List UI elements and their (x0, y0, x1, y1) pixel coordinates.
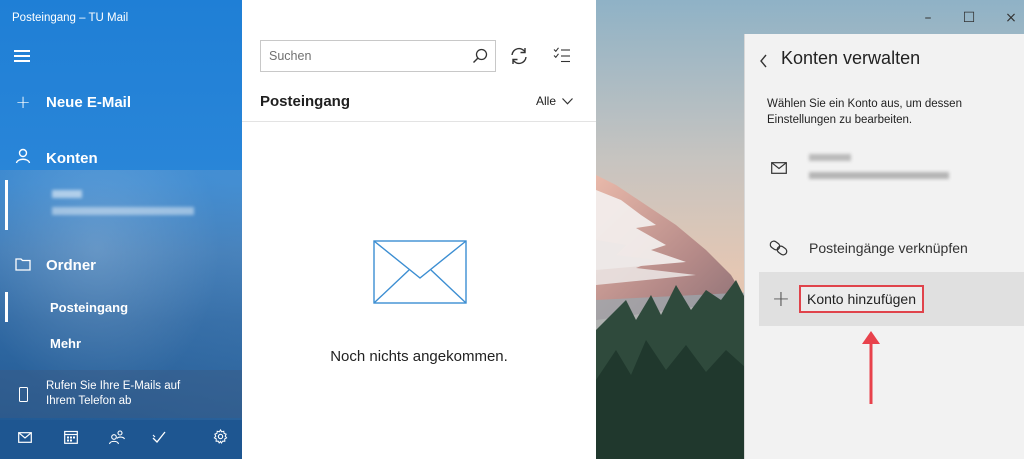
selection-mode-button[interactable] (553, 46, 575, 68)
mail-nav-button[interactable] (18, 431, 32, 447)
mail-icon (18, 432, 32, 443)
checkmark-icon (152, 431, 166, 443)
filter-label: Alle (536, 94, 557, 108)
sync-icon (511, 47, 527, 65)
search-input[interactable] (261, 41, 465, 71)
todo-nav-button[interactable] (152, 430, 166, 448)
filter-dropdown[interactable]: Alle (536, 94, 573, 108)
manage-accounts-panel: Konten verwalten Wählen Sie ein Konto au… (744, 34, 1024, 459)
divider (242, 121, 596, 122)
sidebar-item-label: Posteingang (50, 299, 129, 315)
maximize-button[interactable]: ☐ (951, 8, 987, 28)
sidebar-account-item[interactable] (0, 180, 242, 230)
search-box (260, 40, 496, 72)
hamburger-menu-button[interactable] (14, 50, 30, 62)
person-icon (0, 148, 46, 169)
blurred-account-name (52, 190, 82, 198)
link-inboxes-button[interactable]: Posteingänge verknüpfen (745, 234, 1024, 262)
plus-icon: + (771, 286, 791, 312)
settings-nav-button[interactable] (213, 428, 228, 448)
chevron-left-icon (760, 54, 767, 68)
mail-icon (771, 162, 787, 174)
checklist-icon (553, 47, 570, 63)
folders-label: Ordner (46, 256, 97, 274)
panel-description: Wählen Sie ein Konto aus, um dessen Eins… (767, 98, 962, 126)
envelope-icon (373, 240, 467, 304)
people-icon (108, 430, 126, 445)
minimize-button[interactable]: – (910, 8, 946, 28)
add-account-button[interactable]: + Konto hinzufügen (759, 272, 1024, 326)
sidebar-item-more[interactable]: Mehr (0, 326, 242, 360)
back-button[interactable] (755, 48, 775, 72)
accounts-label: Konten (46, 149, 98, 167)
selection-indicator (5, 292, 8, 322)
bottom-nav (0, 420, 242, 459)
people-nav-button[interactable] (108, 429, 126, 448)
new-mail-button[interactable]: + Neue E-Mail (0, 90, 242, 114)
link-icon (745, 240, 809, 256)
gear-icon (213, 428, 228, 444)
plus-icon: + (15, 91, 31, 113)
phone-promo-button[interactable]: Rufen Sie Ihre E-Mails auf Ihrem Telefon… (0, 370, 242, 418)
sync-button[interactable] (508, 45, 532, 69)
search-icon (473, 48, 488, 63)
calendar-nav-button[interactable] (64, 430, 78, 448)
hamburger-icon (14, 50, 30, 52)
search-button[interactable] (465, 41, 495, 71)
blurred-account-name (809, 154, 851, 161)
arrow-annotation-icon (862, 331, 880, 404)
blurred-account-email (809, 172, 949, 179)
phone-promo-line1: Rufen Sie Ihre E-Mails auf (46, 380, 181, 392)
new-mail-label: Neue E-Mail (46, 93, 132, 111)
account-list-item[interactable] (745, 146, 1024, 196)
phone-icon (0, 386, 46, 402)
accounts-button[interactable]: Konten (0, 146, 242, 170)
sidebar-item-label: Mehr (50, 335, 82, 351)
phone-promo-line2: Ihrem Telefon ab (46, 395, 132, 407)
link-inboxes-label: Posteingänge verknüpfen (809, 240, 968, 256)
sidebar: Posteingang – TU Mail + Neue E-Mail Kont… (0, 0, 242, 459)
sidebar-item-inbox[interactable]: Posteingang (0, 290, 242, 324)
chevron-down-icon (562, 97, 573, 105)
selection-indicator (5, 180, 8, 230)
close-button[interactable]: × (993, 8, 1024, 28)
empty-state-message: Noch nichts angekommen. (330, 348, 508, 365)
message-list-pane: Posteingang Alle Noch nichts angekommen. (242, 0, 596, 459)
folder-icon (0, 255, 46, 276)
add-account-label: Konto hinzufügen (799, 285, 924, 313)
blurred-account-email (52, 207, 194, 215)
window-title: Posteingang – TU Mail (12, 12, 129, 24)
folders-button[interactable]: Ordner (0, 253, 242, 277)
panel-title: Konten verwalten (781, 48, 921, 68)
calendar-icon (64, 430, 78, 444)
folder-title: Posteingang (260, 93, 351, 110)
